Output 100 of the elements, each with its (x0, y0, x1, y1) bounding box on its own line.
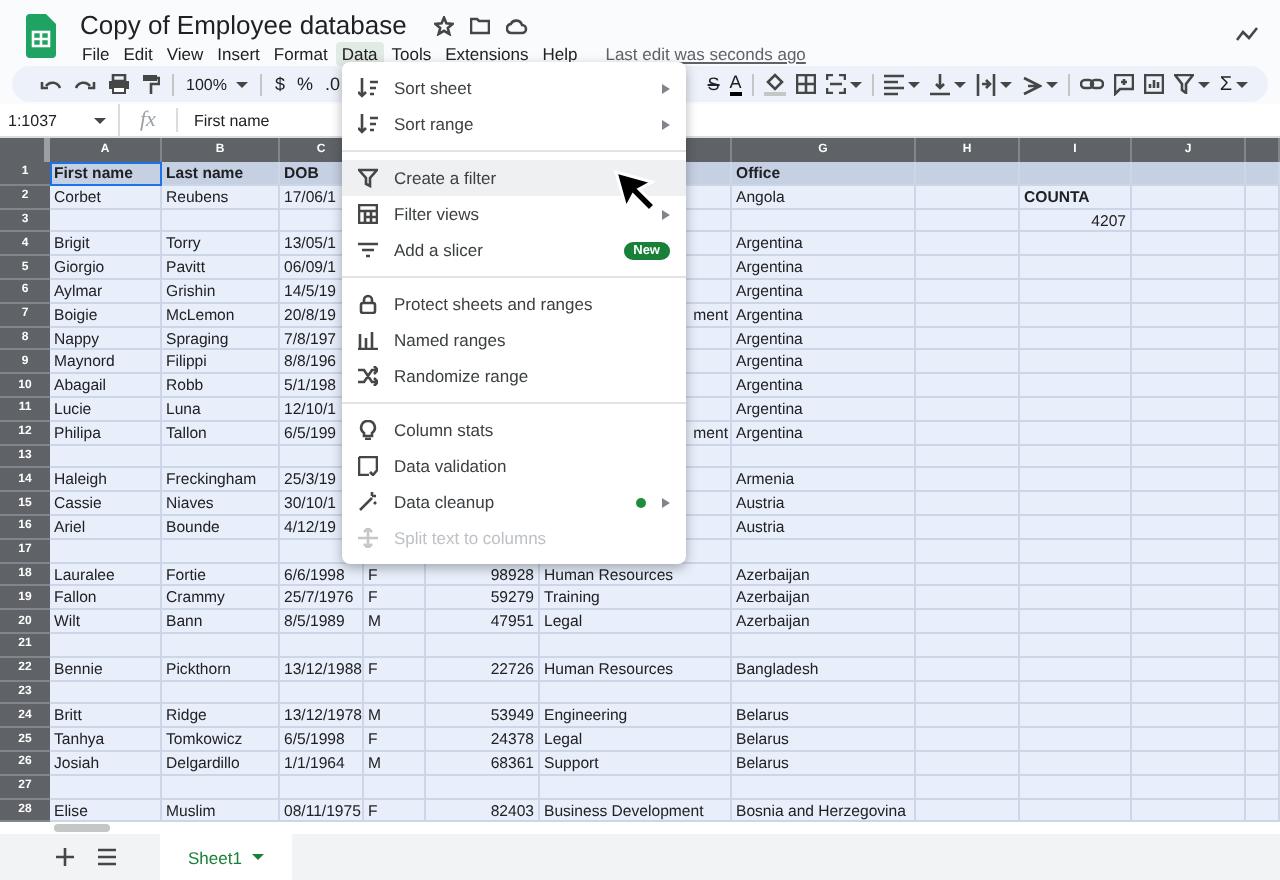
format-button[interactable]: $ (274, 74, 285, 94)
menu-item[interactable]: Edit (117, 42, 159, 66)
caret-icon[interactable] (999, 81, 1012, 87)
vertical-align-icon[interactable] (929, 73, 950, 95)
text-color-button[interactable]: A (729, 72, 742, 96)
menu-item[interactable]: Create a filter (342, 160, 686, 196)
caret-icon[interactable] (251, 854, 264, 861)
table-cell (916, 421, 1020, 446)
caret-icon[interactable] (907, 81, 920, 87)
chart-icon[interactable] (1143, 74, 1164, 94)
table-cell (916, 799, 1020, 823)
table-cell (1132, 751, 1246, 776)
table-cell (916, 633, 1020, 658)
table-cell (916, 303, 1020, 328)
table-cell (1246, 492, 1280, 516)
menu-item[interactable]: Format (267, 42, 334, 66)
list-icon[interactable] (98, 848, 116, 867)
cloud-icon[interactable] (506, 15, 529, 35)
filter-icon[interactable] (1173, 74, 1194, 94)
table-cell (916, 232, 1020, 257)
trend-line-icon[interactable] (1236, 26, 1260, 42)
table-cell (916, 563, 1020, 587)
table-cell (1132, 397, 1246, 422)
table-cell (1246, 209, 1280, 233)
table-cell (1020, 515, 1132, 540)
last-edit-link[interactable]: Last edit was seconds ago (605, 44, 806, 64)
table-cell (1132, 350, 1246, 375)
table-cell (916, 162, 1020, 186)
zoom-dropdown[interactable]: 100% (186, 75, 249, 93)
table-cell (1246, 704, 1280, 729)
comment-icon[interactable] (1113, 73, 1134, 95)
table-cell (50, 209, 162, 233)
table-cell (364, 681, 426, 705)
paint-format-icon[interactable] (142, 74, 160, 94)
table-cell (916, 539, 1020, 564)
table-cell (1020, 350, 1132, 375)
table-cell (162, 445, 280, 469)
folder-icon[interactable] (470, 15, 491, 35)
sort-icon (358, 114, 378, 134)
table-cell (916, 775, 1020, 800)
text-rotation-icon[interactable] (1021, 73, 1042, 95)
table-cell (1020, 421, 1132, 446)
fx-label: fx (120, 108, 178, 132)
table-cell (1132, 633, 1246, 658)
menu-item[interactable]: Insert (211, 42, 266, 66)
table-cell (1246, 515, 1280, 540)
table-cell (1246, 445, 1280, 469)
add-icon[interactable] (56, 848, 74, 867)
formula-input[interactable]: First name (177, 111, 270, 129)
fill-color-icon[interactable] (763, 72, 786, 96)
caret-icon[interactable] (953, 81, 966, 87)
document-title[interactable]: Copy of Employee database (80, 10, 407, 40)
link-icon[interactable] (1079, 76, 1104, 92)
table-cell (162, 633, 280, 658)
caret-icon[interactable] (1045, 81, 1058, 87)
table-cell (1132, 209, 1246, 233)
merge-cells-icon[interactable] (825, 74, 846, 94)
caret-icon[interactable] (94, 117, 106, 123)
table-cell (1020, 751, 1132, 776)
sheet-tab[interactable]: Sheet1 (160, 834, 292, 880)
menu-item[interactable]: Help (536, 42, 584, 66)
caret-icon[interactable] (1236, 81, 1248, 87)
menu-item[interactable]: File (76, 42, 116, 66)
status-dot-icon (636, 497, 646, 507)
table-cell (1020, 775, 1132, 800)
borders-icon[interactable] (795, 74, 816, 94)
table-cell (162, 539, 280, 564)
functions-button[interactable]: Σ (1219, 73, 1232, 95)
caret-icon[interactable] (849, 81, 862, 87)
table-cell (1246, 397, 1280, 422)
menu-item[interactable]: Extensions (439, 42, 535, 66)
table-cell (1020, 162, 1132, 186)
star-icon[interactable] (434, 15, 455, 35)
spreadsheet-logo-icon (26, 14, 56, 58)
name-box[interactable]: 1:1037 (0, 104, 120, 136)
strikethrough-button[interactable]: S (707, 74, 720, 94)
menu-item[interactable]: View (160, 42, 210, 66)
menu-item[interactable]: Tools (385, 42, 438, 66)
align-left-icon[interactable] (883, 73, 904, 95)
caret-icon[interactable] (1197, 81, 1210, 87)
table-cell (1020, 492, 1132, 516)
text-wrap-icon[interactable] (975, 73, 996, 95)
submenu-arrow-icon (662, 209, 670, 219)
format-button[interactable]: % (296, 74, 313, 94)
scrollbar[interactable] (54, 824, 110, 833)
menu-item[interactable]: Sort range (342, 106, 686, 142)
redo-icon[interactable] (74, 75, 96, 93)
table-cell (1132, 445, 1246, 469)
filter-icon (358, 168, 378, 188)
table-cell (1132, 704, 1246, 729)
table-cell (916, 492, 1020, 516)
format-button[interactable]: .0 (325, 74, 341, 94)
menu-item[interactable]: Sort sheet (342, 70, 686, 106)
undo-icon[interactable] (40, 75, 62, 93)
table-cell (916, 350, 1020, 375)
table-cell (1132, 681, 1246, 705)
print-icon[interactable] (108, 74, 130, 94)
table-cell (916, 185, 1020, 210)
caret-icon[interactable] (236, 81, 249, 87)
table-cell (1246, 633, 1280, 658)
